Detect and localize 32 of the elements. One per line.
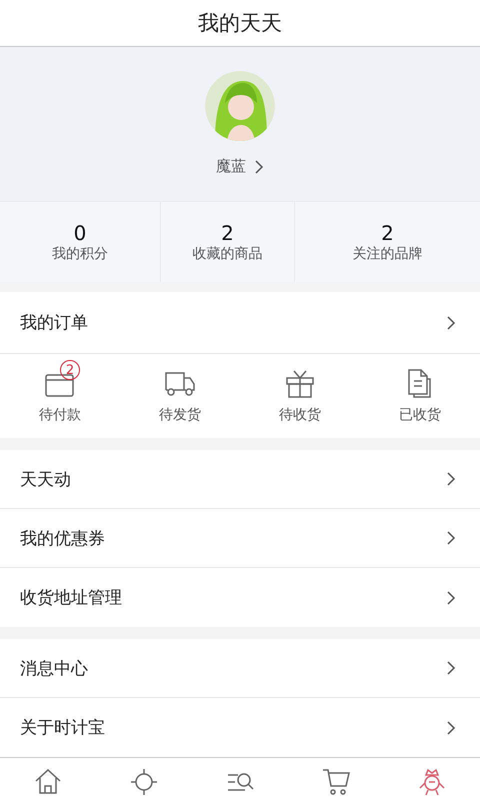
chevron-icon	[446, 720, 456, 736]
order-status-item[interactable]: 待发货	[120, 354, 240, 438]
menu-row[interactable]: 消息中心	[0, 639, 480, 698]
gift-icon	[285, 370, 315, 398]
menu-row[interactable]: 我的优惠券	[0, 509, 480, 568]
avatar	[205, 71, 275, 141]
chevron-icon	[446, 660, 456, 676]
menu-row[interactable]: 天天动	[0, 450, 480, 509]
profile-name-link[interactable]: 魔蓝	[216, 157, 264, 176]
menu-row[interactable]: 收货地址管理	[0, 568, 480, 627]
count-badge: 2	[60, 360, 80, 380]
my-orders-row[interactable]: 我的订单	[0, 292, 480, 354]
stat-item[interactable]: 0 我的积分	[0, 202, 161, 282]
chevron-icon	[446, 314, 456, 330]
home-icon	[33, 766, 63, 796]
stat-item[interactable]: 2 关注的品牌	[295, 202, 480, 282]
menu-row[interactable]: 关于时计宝	[0, 698, 480, 757]
page-title: 我的天天	[198, 10, 282, 37]
sun-icon	[129, 766, 159, 796]
document-icon	[406, 368, 434, 398]
mascot-icon	[417, 766, 447, 796]
chevron-icon	[446, 590, 456, 606]
truck-icon	[164, 370, 196, 398]
wallet-icon	[45, 372, 75, 398]
chevron-icon	[446, 530, 456, 546]
order-status-item[interactable]: 2 待付款	[0, 354, 120, 438]
order-status-item[interactable]: 已收货	[360, 354, 480, 438]
chevron-icon	[446, 471, 456, 487]
cart-icon	[321, 766, 351, 796]
chevron-icon	[254, 158, 264, 174]
order-status-item[interactable]: 待收货	[240, 354, 360, 438]
stat-item[interactable]: 2 收藏的商品	[161, 202, 295, 282]
